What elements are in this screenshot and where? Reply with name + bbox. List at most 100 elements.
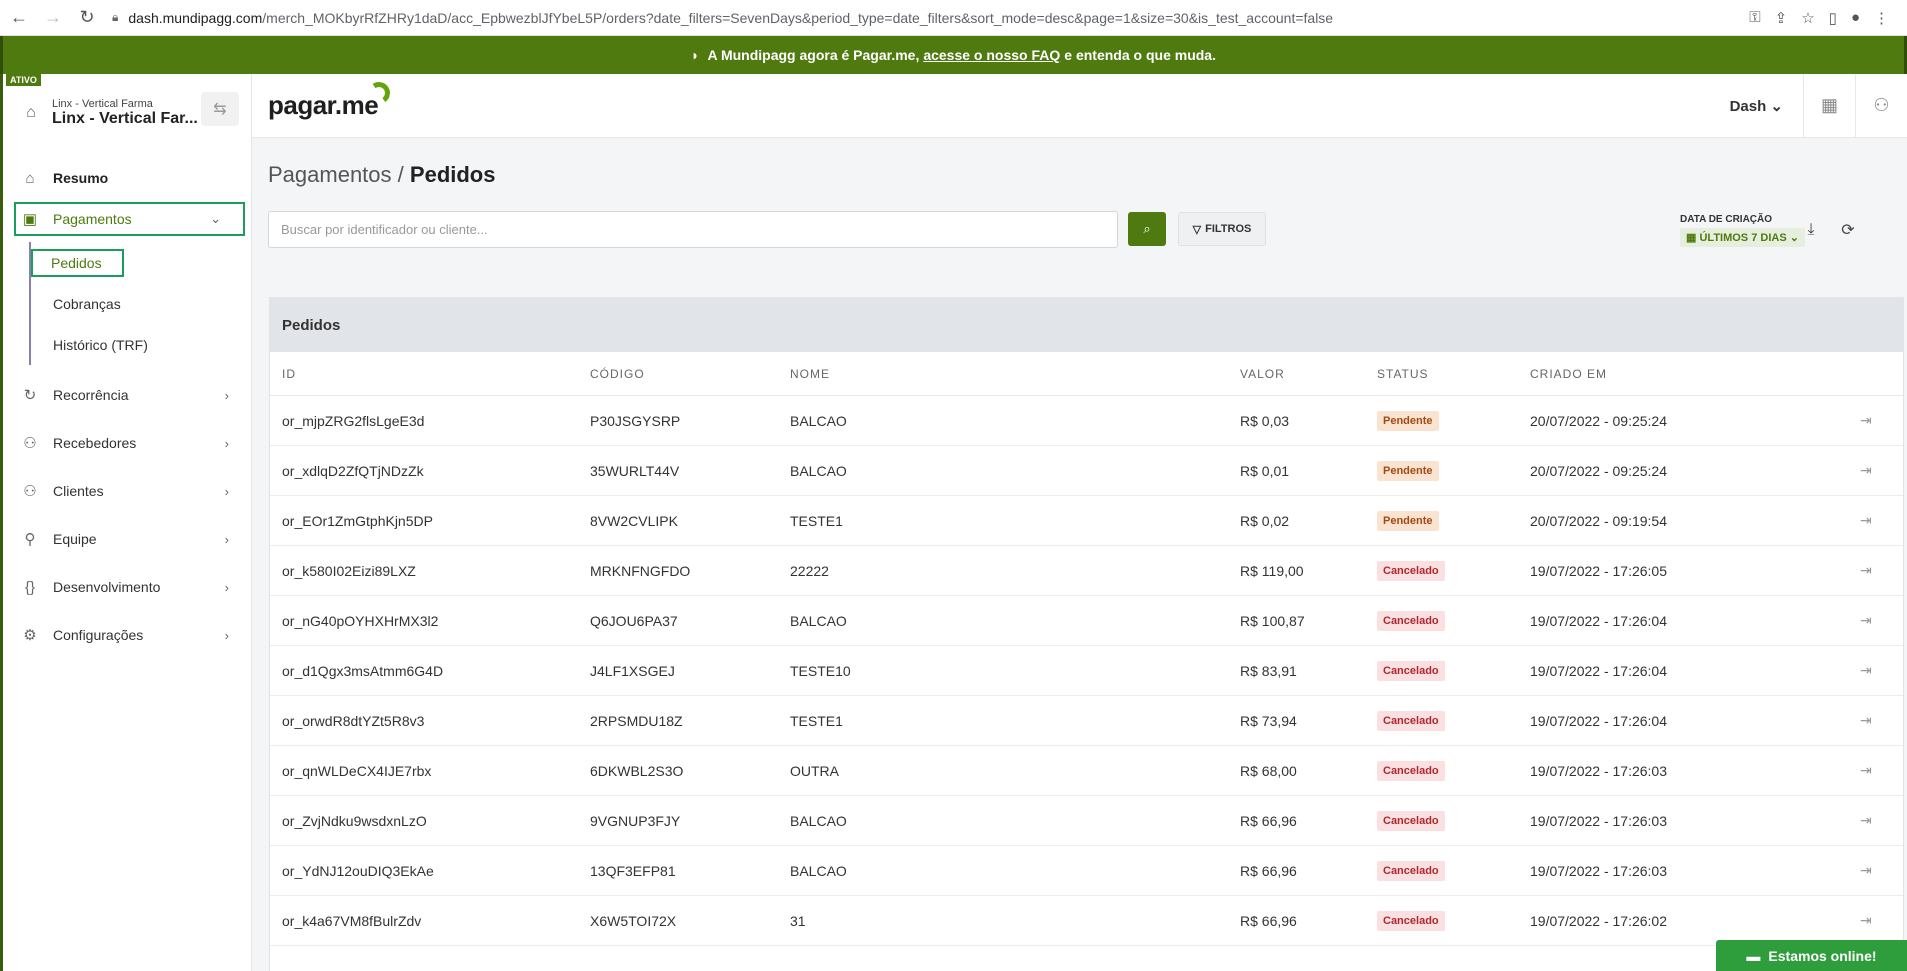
cell-criado: 20/07/2022 - 09:25:24 — [1530, 412, 1668, 429]
star-icon[interactable]: ☆ — [1801, 9, 1814, 27]
chevron-down-icon: ⌄ — [210, 211, 221, 226]
refresh-icon[interactable]: ⟳ — [1836, 218, 1860, 242]
forward-arrow-icon[interactable]: → — [38, 3, 68, 33]
wallet-icon: ▣ — [22, 211, 38, 228]
open-order-icon[interactable]: ⇥ — [1860, 562, 1872, 579]
cell-criado: 19/07/2022 - 17:26:02 — [1530, 912, 1668, 929]
key-icon[interactable]: ⚿ — [1749, 9, 1760, 26]
cell-codigo: MRKNFNGFDO — [590, 562, 691, 579]
open-order-icon[interactable]: ⇥ — [1860, 712, 1872, 729]
user-icon[interactable]: ⚇ — [1855, 74, 1907, 137]
chat-bubble-icon: ▬ — [1746, 947, 1761, 964]
account-switcher[interactable]: ⌂ Linx - Vertical Farma Linx - Vertical … — [3, 88, 251, 138]
open-order-icon[interactable]: ⇥ — [1860, 912, 1872, 929]
back-arrow-icon[interactable]: ← — [4, 3, 34, 33]
building-icon[interactable]: ▦ — [1803, 74, 1855, 137]
pagarme-logo[interactable]: pagar.me — [268, 80, 392, 121]
swap-account-button[interactable]: ⇆ — [201, 92, 239, 126]
cell-valor: R$ 83,91 — [1240, 662, 1297, 679]
menu-dots-icon[interactable]: ⋮ — [1874, 9, 1889, 27]
filters-button[interactable]: ▽ FILTROS — [1178, 212, 1266, 246]
sidepanel-icon[interactable]: ▯ — [1829, 9, 1837, 27]
profile-icon[interactable]: ● — [1851, 9, 1860, 26]
url-host: dash.mundipagg.com — [128, 9, 263, 26]
cell-criado: 19/07/2022 - 17:26:04 — [1530, 712, 1668, 729]
chevron-right-icon: › — [224, 435, 229, 451]
address-bar[interactable]: 🔒︎ dash.mundipagg.com/merch_MOKbyrRfZHRy… — [112, 4, 1749, 32]
date-filter: DATA DE CRIAÇÃO ▦ ÚLTIMOS 7 DIAS ⌄ — [1680, 214, 1805, 247]
col-header-status[interactable]: STATUS — [1377, 367, 1429, 381]
receivers-icon: ⚇ — [23, 435, 37, 452]
cell-id: or_k4a67VM8fBulrZdv — [282, 912, 422, 929]
col-header-criado[interactable]: CRIADO EM — [1530, 367, 1607, 381]
cell-codigo: 13QF3EFP81 — [590, 862, 676, 879]
sidebar-item-configuracoes[interactable]: ⚙ Configurações › — [3, 611, 251, 659]
date-range-select[interactable]: ▦ ÚLTIMOS 7 DIAS ⌄ — [1680, 228, 1805, 247]
lock-icon[interactable]: 🔒︎ — [112, 10, 118, 25]
cell-id: or_EOr1ZmGtphKjn5DP — [282, 512, 433, 529]
table-row[interactable]: or_qnWLDeCX4IJE7rbx 6DKWBL2S3O OUTRA R$ 68,… — [270, 746, 1903, 796]
sidebar-item-recorrencia[interactable]: ↻ Recorrência › — [3, 371, 251, 419]
cell-codigo: 2RPSMDU18Z — [590, 712, 683, 729]
breadcrumb-parent[interactable]: Pagamentos — [268, 162, 392, 187]
reload-icon[interactable]: ↻ — [72, 3, 102, 33]
table-row[interactable]: or_EOr1ZmGtphKjn5DP 8VW2CVLIPK TESTE1 R$ 0,… — [270, 496, 1903, 546]
table-body: or_mjpZRG2flsLgeE3d P30JSGYSRP BALCAO R$ 0,… — [270, 396, 1903, 946]
open-order-icon[interactable]: ⇥ — [1860, 612, 1872, 629]
cell-nome: BALCAO — [790, 462, 847, 479]
sidebar-item-resumo[interactable]: ⌂ Resumo — [3, 154, 251, 202]
sidebar-item-label: Desenvolvimento — [53, 579, 161, 595]
cell-nome: TESTE1 — [790, 512, 843, 529]
table-row[interactable]: or_k580I02Eizi89LXZ MRKNFNGFDO 22222 R$ 119… — [270, 546, 1903, 596]
table-row[interactable]: or_k4a67VM8fBulrZdv X6W5TOI72X 31 R$ 66,96 C… — [270, 896, 1903, 946]
sidebar: ATIVO ⌂ Linx - Vertical Farma Linx - Ver… — [0, 74, 252, 971]
account-sub: Linx - Vertical Farma — [52, 98, 153, 110]
sidebar-item-clientes[interactable]: ⚇ Clientes › — [3, 467, 251, 515]
sidebar-subitem-cobrancas[interactable]: Cobranças — [31, 283, 251, 324]
col-header-valor[interactable]: VALOR — [1240, 367, 1285, 381]
table-row[interactable]: or_d1Qgx3msAtmm6G4D J4LF1XSGEJ TESTE10 R$ 8… — [270, 646, 1903, 696]
open-order-icon[interactable]: ⇥ — [1860, 512, 1872, 529]
sidebar-item-equipe[interactable]: ⚲ Equipe › — [3, 515, 251, 563]
sidebar-item-desenvolvimento[interactable]: {} Desenvolvimento › — [3, 563, 251, 611]
announcement-banner: ◗ A Mundipagg agora é Pagar.me, acesse o… — [0, 36, 1907, 74]
cell-nome: BALCAO — [790, 612, 847, 629]
open-order-icon[interactable]: ⇥ — [1860, 812, 1872, 829]
chat-widget-button[interactable]: ▬ Estamos online! — [1716, 940, 1907, 971]
open-order-icon[interactable]: ⇥ — [1860, 862, 1872, 879]
sidebar-item-pagamentos[interactable]: ▣ Pagamentos ⌄ — [14, 202, 245, 236]
table-row[interactable]: or_orwdR8dtYZt5R8v3 2RPSMDU18Z TESTE1 R$ 73… — [270, 696, 1903, 746]
status-badge: Cancelado — [1377, 810, 1445, 831]
faq-link[interactable]: acesse o nosso FAQ — [923, 47, 1060, 63]
open-order-icon[interactable]: ⇥ — [1860, 412, 1872, 429]
chevron-right-icon: › — [224, 627, 229, 643]
table-row[interactable]: or_xdlqD2ZfQTjNDzZk 35WURLT44V BALCAO R$ 0,… — [270, 446, 1903, 496]
cell-criado: 19/07/2022 - 17:26:05 — [1530, 562, 1668, 579]
share-icon[interactable]: ⇪ — [1775, 9, 1788, 27]
search-input[interactable]: Buscar por identificador ou cliente... — [268, 211, 1118, 248]
cell-valor: R$ 119,00 — [1240, 562, 1304, 579]
cell-nome: BALCAO — [790, 812, 847, 829]
open-order-icon[interactable]: ⇥ — [1860, 662, 1872, 679]
table-row[interactable]: or_YdNJ12ouDIQ3EkAe 13QF3EFP81 BALCAO R$ 66… — [270, 846, 1903, 896]
sidebar-item-recebedores[interactable]: ⚇ Recebedores › — [3, 419, 251, 467]
cell-id: or_mjpZRG2flsLgeE3d — [282, 412, 425, 429]
col-header-id[interactable]: ID — [282, 367, 296, 381]
status-badge: Pendente — [1377, 460, 1439, 481]
table-row[interactable]: or_nG40pOYHXHrMX3l2 Q6JOU6PA37 BALCAO R$ 10… — [270, 596, 1903, 646]
download-icon[interactable]: ⤓ — [1799, 218, 1823, 242]
chevron-right-icon: › — [224, 531, 229, 547]
cell-id: or_ZvjNdku9wsdxnLzO — [282, 812, 427, 829]
sidebar-subitem-pedidos[interactable]: Pedidos — [31, 242, 251, 283]
open-order-icon[interactable]: ⇥ — [1860, 462, 1872, 479]
col-header-codigo[interactable]: CÓDIGO — [590, 367, 645, 381]
open-order-icon[interactable]: ⇥ — [1860, 762, 1872, 779]
col-header-nome[interactable]: NOME — [790, 367, 830, 381]
table-row[interactable]: or_ZvjNdku9wsdxnLzO 9VGNUP3FJY BALCAO R$ 66… — [270, 796, 1903, 846]
cell-codigo: P30JSGYSRP — [590, 412, 681, 429]
table-row[interactable]: or_mjpZRG2flsLgeE3d P30JSGYSRP BALCAO R$ 0,… — [270, 396, 1903, 446]
dash-selector[interactable]: Dash ⌄ — [1710, 97, 1803, 115]
sidebar-subitem-historico[interactable]: Histórico (TRF) — [31, 324, 251, 365]
settings-icon: ⚙ — [23, 627, 37, 644]
search-button[interactable]: ⌕ — [1128, 212, 1166, 246]
